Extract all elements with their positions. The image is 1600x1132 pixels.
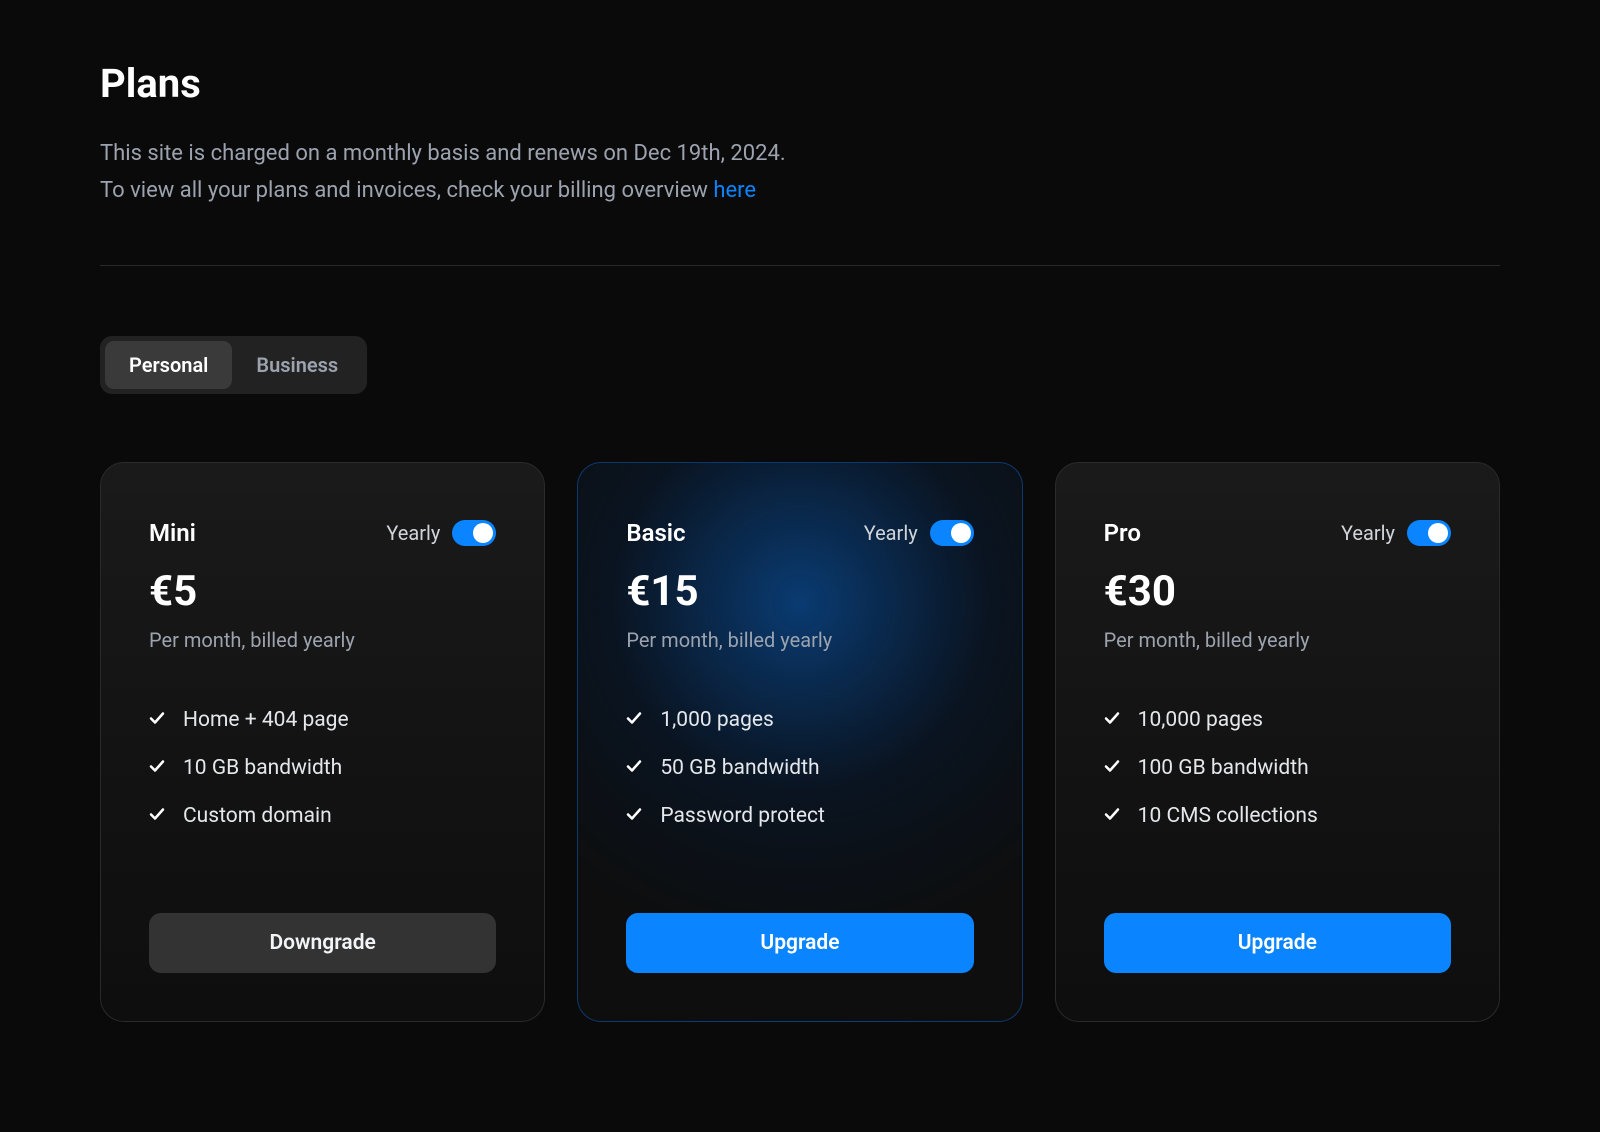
feature-item: Home + 404 page (149, 708, 496, 732)
check-icon (149, 756, 165, 780)
billing-overview-link[interactable]: here (713, 178, 756, 203)
feature-text: 10 CMS collections (1138, 804, 1318, 828)
check-icon (149, 804, 165, 828)
check-icon (149, 708, 165, 732)
subtitle-line1: This site is charged on a monthly basis … (100, 141, 786, 166)
plan-period: Per month, billed yearly (1104, 628, 1451, 652)
yearly-label: Yearly (386, 521, 440, 545)
plan-header: Pro Yearly (1104, 519, 1451, 547)
feature-item: 10 GB bandwidth (149, 756, 496, 780)
feature-text: Password protect (660, 804, 825, 828)
feature-item: 50 GB bandwidth (626, 756, 973, 780)
feature-item: 10,000 pages (1104, 708, 1451, 732)
check-icon (626, 804, 642, 828)
feature-item: 100 GB bandwidth (1104, 756, 1451, 780)
upgrade-button[interactable]: Upgrade (1104, 913, 1451, 973)
feature-list: 1,000 pages 50 GB bandwidth Password prote… (626, 708, 973, 889)
check-icon (1104, 804, 1120, 828)
check-icon (626, 756, 642, 780)
feature-text: 10,000 pages (1138, 708, 1263, 732)
upgrade-button[interactable]: Upgrade (626, 913, 973, 973)
yearly-toggle-group: Yearly (1341, 520, 1451, 546)
check-icon (1104, 756, 1120, 780)
yearly-toggle-group: Yearly (864, 520, 974, 546)
plan-price: €30 (1104, 567, 1451, 616)
feature-list: 10,000 pages 100 GB bandwidth 10 CMS colle… (1104, 708, 1451, 889)
yearly-toggle[interactable] (930, 520, 974, 546)
plan-card-mini: Mini Yearly €5 Per month, billed yearly Home… (100, 462, 545, 1022)
section-divider (100, 265, 1500, 266)
feature-item: 10 CMS collections (1104, 804, 1451, 828)
plan-card-basic: Basic Yearly €15 Per month, billed yearly 1,… (577, 462, 1022, 1022)
feature-text: Custom domain (183, 804, 332, 828)
feature-text: 1,000 pages (660, 708, 774, 732)
subtitle-line2: To view all your plans and invoices, che… (100, 178, 713, 203)
feature-text: 50 GB bandwidth (660, 756, 819, 780)
feature-text: Home + 404 page (183, 708, 349, 732)
check-icon (626, 708, 642, 732)
plan-name: Basic (626, 519, 685, 547)
feature-item: Custom domain (149, 804, 496, 828)
check-icon (1104, 708, 1120, 732)
plan-price: €5 (149, 567, 496, 616)
page-title: Plans (100, 60, 1500, 107)
plans-row: Mini Yearly €5 Per month, billed yearly Home… (100, 462, 1500, 1022)
plan-period: Per month, billed yearly (626, 628, 973, 652)
feature-text: 10 GB bandwidth (183, 756, 342, 780)
plan-name: Mini (149, 519, 196, 547)
downgrade-button[interactable]: Downgrade (149, 913, 496, 973)
feature-list: Home + 404 page 10 GB bandwidth Custom dom… (149, 708, 496, 889)
feature-text: 100 GB bandwidth (1138, 756, 1309, 780)
plan-price: €15 (626, 567, 973, 616)
page-subtitle: This site is charged on a monthly basis … (100, 135, 1500, 210)
yearly-label: Yearly (864, 521, 918, 545)
plan-period: Per month, billed yearly (149, 628, 496, 652)
yearly-label: Yearly (1341, 521, 1395, 545)
tab-business[interactable]: Business (232, 341, 362, 389)
yearly-toggle[interactable] (452, 520, 496, 546)
feature-item: 1,000 pages (626, 708, 973, 732)
plan-header: Mini Yearly (149, 519, 496, 547)
plan-name: Pro (1104, 519, 1141, 547)
plan-card-pro: Pro Yearly €30 Per month, billed yearly 10,0… (1055, 462, 1500, 1022)
yearly-toggle[interactable] (1407, 520, 1451, 546)
tab-personal[interactable]: Personal (105, 341, 232, 389)
yearly-toggle-group: Yearly (386, 520, 496, 546)
feature-item: Password protect (626, 804, 973, 828)
plan-type-segmented: PersonalBusiness (100, 336, 367, 394)
plan-header: Basic Yearly (626, 519, 973, 547)
